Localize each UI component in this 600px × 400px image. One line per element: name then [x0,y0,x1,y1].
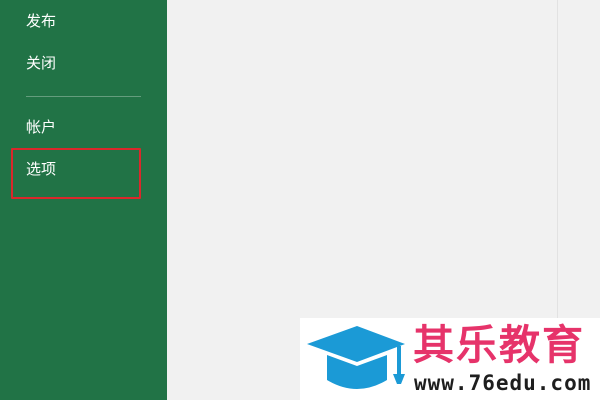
menu-divider [26,96,141,97]
options-highlight-box [11,148,141,199]
backstage-sidebar: 发布 关闭 帐户 选项 [0,0,167,400]
watermark-logo: 其乐教育 www.76edu.com [300,318,600,400]
menu-item-account[interactable]: 帐户 [26,117,56,137]
menu-item-publish[interactable]: 发布 [26,11,56,31]
graduation-cap-icon [307,326,405,389]
menu-item-close[interactable]: 关闭 [26,53,56,73]
content-divider-line [557,0,558,318]
watermark-url: www.76edu.com [414,371,592,395]
watermark-title: 其乐教育 [413,321,585,369]
